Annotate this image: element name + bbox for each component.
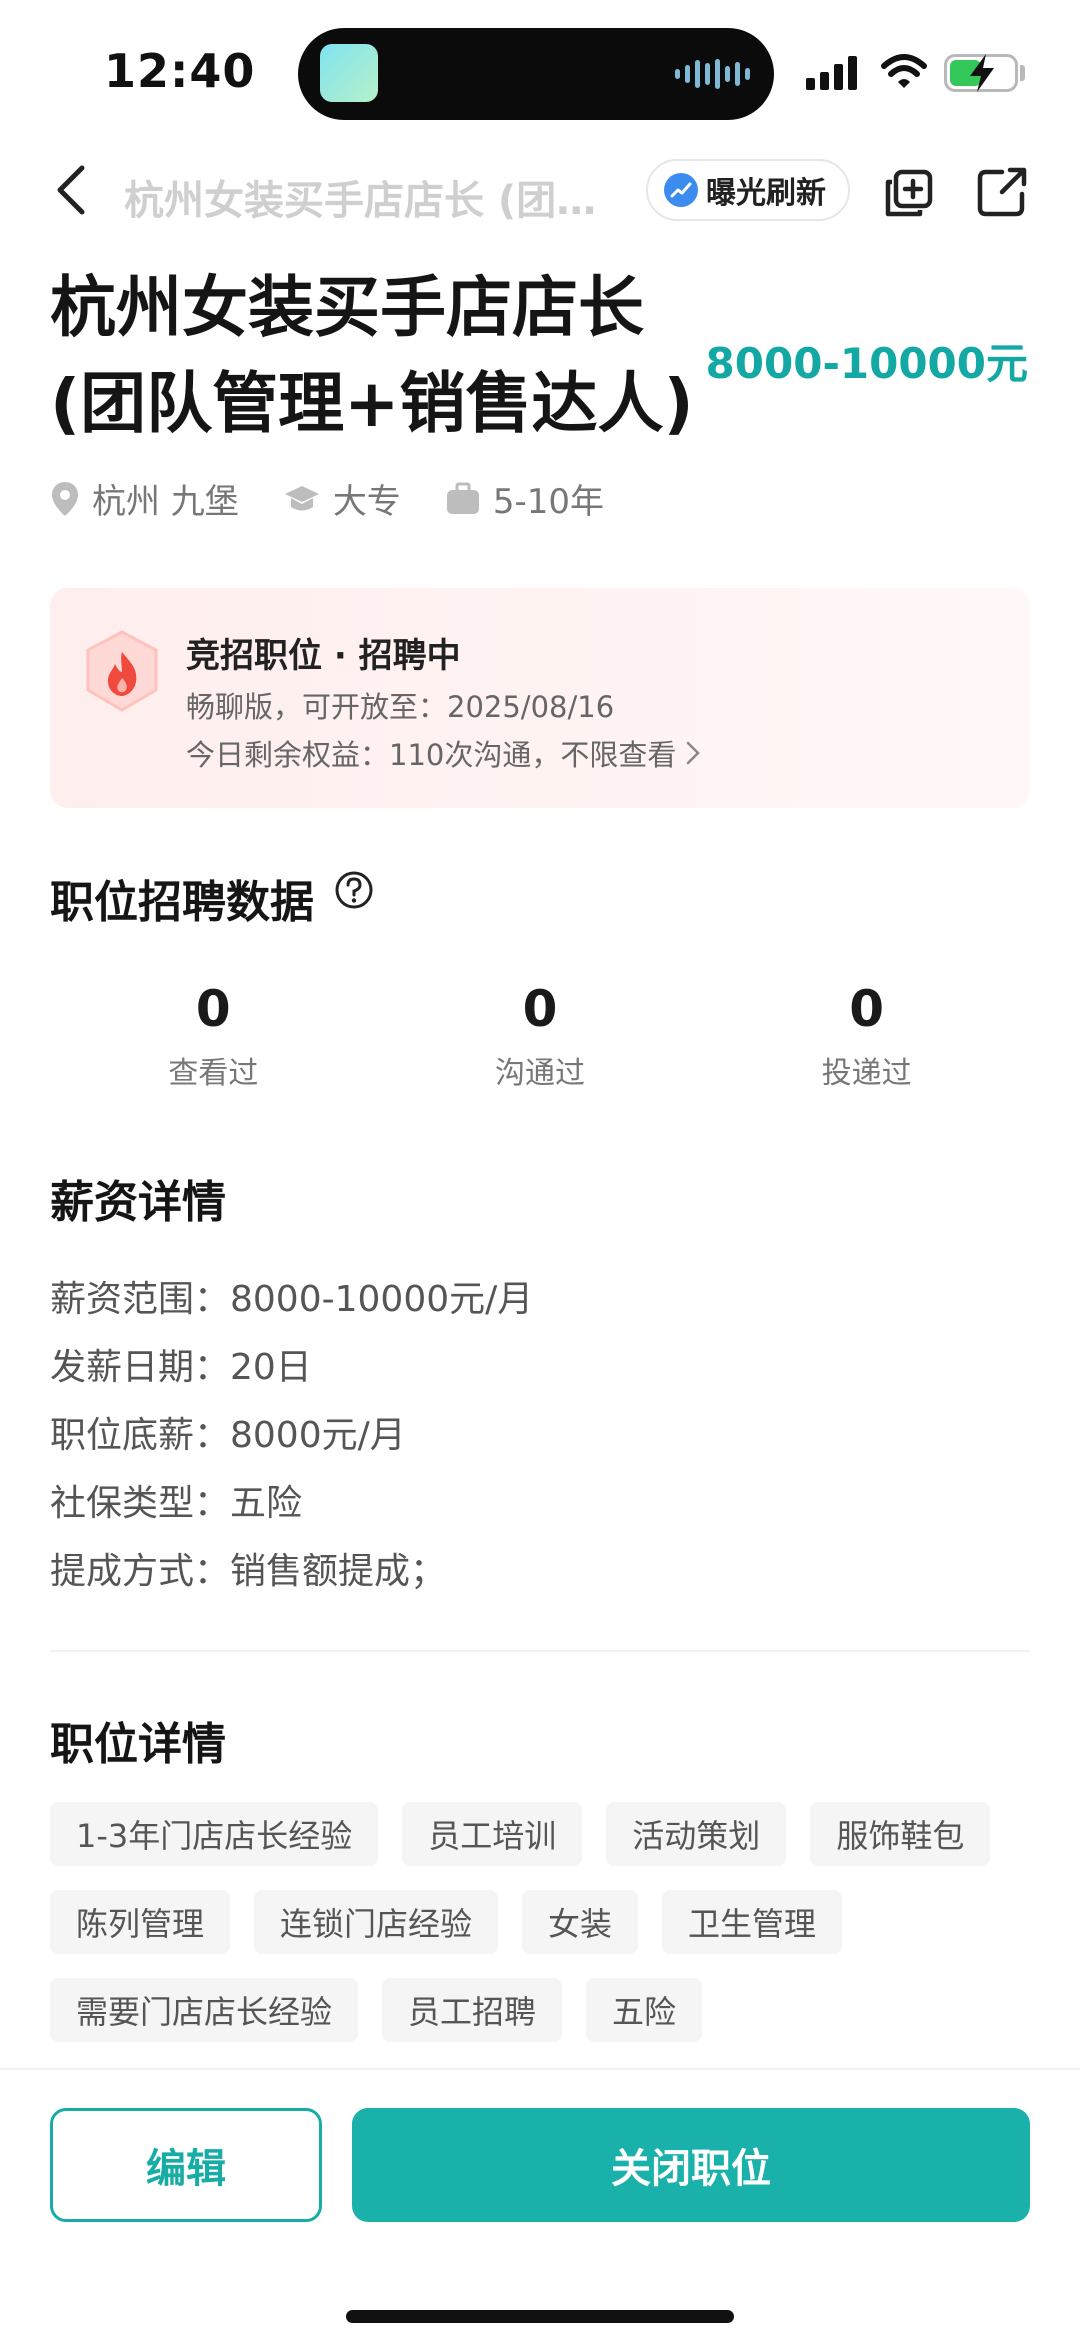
meta-experience: 5-10年 — [445, 474, 604, 523]
refresh-label: 曝光刷新 — [706, 176, 826, 211]
experience-text: 5-10年 — [492, 482, 604, 522]
job-tag: 陈列管理 — [50, 1890, 231, 1954]
share-icon[interactable] — [976, 166, 1028, 218]
status-bar: 12:40 — [0, 0, 1080, 140]
duplicate-icon[interactable] — [884, 168, 934, 218]
bottom-action-bar: 编辑 关闭职位 — [0, 2068, 1080, 2341]
dynamic-island[interactable] — [298, 28, 774, 120]
job-tag: 活动策划 — [606, 1802, 787, 1866]
job-salary: 8000-10000元 — [705, 339, 1028, 388]
back-arrow-icon[interactable] — [52, 162, 92, 218]
battery-cap — [1020, 65, 1025, 81]
job-tag: 1-3年门店店长经验 — [50, 1802, 379, 1866]
insurance-row: 社保类型：五险 — [50, 1483, 303, 1524]
job-tag: 五险 — [586, 1978, 703, 2042]
education-text: 大专 — [332, 482, 401, 522]
job-tag: 服饰鞋包 — [810, 1802, 991, 1866]
detail-section-title: 职位详情 — [50, 1719, 226, 1770]
section-divider — [50, 1650, 1030, 1652]
pay-day-row: 发薪日期：20日 — [50, 1347, 312, 1388]
job-tag: 员工培训 — [402, 1802, 583, 1866]
stat-label: 查看过 — [168, 1056, 259, 1091]
job-title: 杭州女装买手店店长(团队管理+销售达人) — [50, 269, 694, 442]
salary-section-title: 薪资详情 — [50, 1177, 226, 1228]
job-tag: 女装 — [522, 1890, 639, 1954]
promo-benefits-text: 今日剩余权益：110次沟通，不限查看 — [186, 738, 677, 772]
job-tag: 连锁门店经验 — [254, 1890, 499, 1954]
edit-button[interactable]: 编辑 — [50, 2108, 322, 2222]
location-pin-icon — [52, 481, 78, 516]
job-tag: 卫生管理 — [662, 1890, 843, 1954]
base-salary-row: 职位底薪：8000元/月 — [50, 1415, 406, 1456]
promo-title: 竞招职位 · 招聘中 — [186, 636, 461, 676]
salary-range-row: 薪资范围：8000-10000元/月 — [50, 1279, 534, 1320]
navigation-bar: 杭州女装买手店店长 (团队管理+销售达人) 曝光刷新 — [0, 150, 1080, 230]
charging-bolt-icon — [970, 54, 994, 92]
stat-applied[interactable]: 0 投递过 — [704, 980, 1030, 1092]
chevron-right-icon — [687, 741, 701, 765]
flame-badge-icon — [86, 630, 158, 712]
trend-up-icon — [664, 173, 698, 207]
job-tag: 需要门店店长经验 — [50, 1978, 359, 2042]
stat-chatted[interactable]: 0 沟通过 — [377, 980, 703, 1092]
close-job-button[interactable]: 关闭职位 — [352, 2108, 1030, 2222]
competitive-job-card[interactable]: 竞招职位 · 招聘中 畅聊版，可开放至：2025/08/16 今日剩余权益：11… — [50, 588, 1030, 808]
meta-location: 杭州 九堡 — [50, 474, 239, 523]
nav-title: 杭州女装买手店店长 (团队管理+销售达人) — [124, 178, 634, 224]
stats-section-title: 职位招聘数据 — [50, 877, 314, 928]
stat-viewed[interactable]: 0 查看过 — [50, 980, 376, 1092]
stat-label: 沟通过 — [494, 1056, 585, 1091]
location-text: 杭州 九堡 — [92, 482, 239, 522]
meta-education: 大专 — [283, 474, 401, 523]
help-icon[interactable] — [334, 870, 374, 910]
exposure-refresh-button[interactable]: 曝光刷新 — [646, 159, 850, 221]
home-indicator[interactable] — [346, 2310, 734, 2323]
job-meta: 杭州 九堡 大专 5-10年 — [50, 474, 648, 523]
graduation-cap-icon — [284, 485, 319, 510]
stat-value: 0 — [195, 980, 231, 1038]
commission-row: 提成方式：销售额提成； — [50, 1551, 447, 1592]
salary-details: 薪资范围：8000-10000元/月 发薪日期：20日 职位底薪：8000元/月… — [50, 1262, 533, 1602]
status-time: 12:40 — [104, 44, 256, 98]
cellular-signal-icon — [806, 56, 857, 90]
wifi-icon — [881, 54, 927, 88]
stat-value: 0 — [522, 980, 558, 1038]
stat-label: 投递过 — [821, 1056, 912, 1091]
stats-row: 0 查看过 0 沟通过 0 投递过 — [50, 980, 1030, 1092]
audio-wave-icon — [675, 58, 750, 90]
briefcase-icon — [446, 482, 479, 514]
promo-validity: 畅聊版，可开放至：2025/08/16 — [186, 690, 615, 724]
job-detail-page: 12:40 杭州女装买手店店长 (团队管理+销售达人) — [0, 0, 1080, 2341]
promo-benefits[interactable]: 今日剩余权益：110次沟通，不限查看 — [186, 732, 704, 774]
stat-value: 0 — [849, 980, 885, 1038]
now-playing-artwork — [320, 44, 378, 102]
job-tags: 1-3年门店店长经验 员工培训 活动策划 服饰鞋包 陈列管理 连锁门店经验 女装… — [50, 1802, 1040, 2042]
job-tag: 员工招聘 — [382, 1978, 563, 2042]
